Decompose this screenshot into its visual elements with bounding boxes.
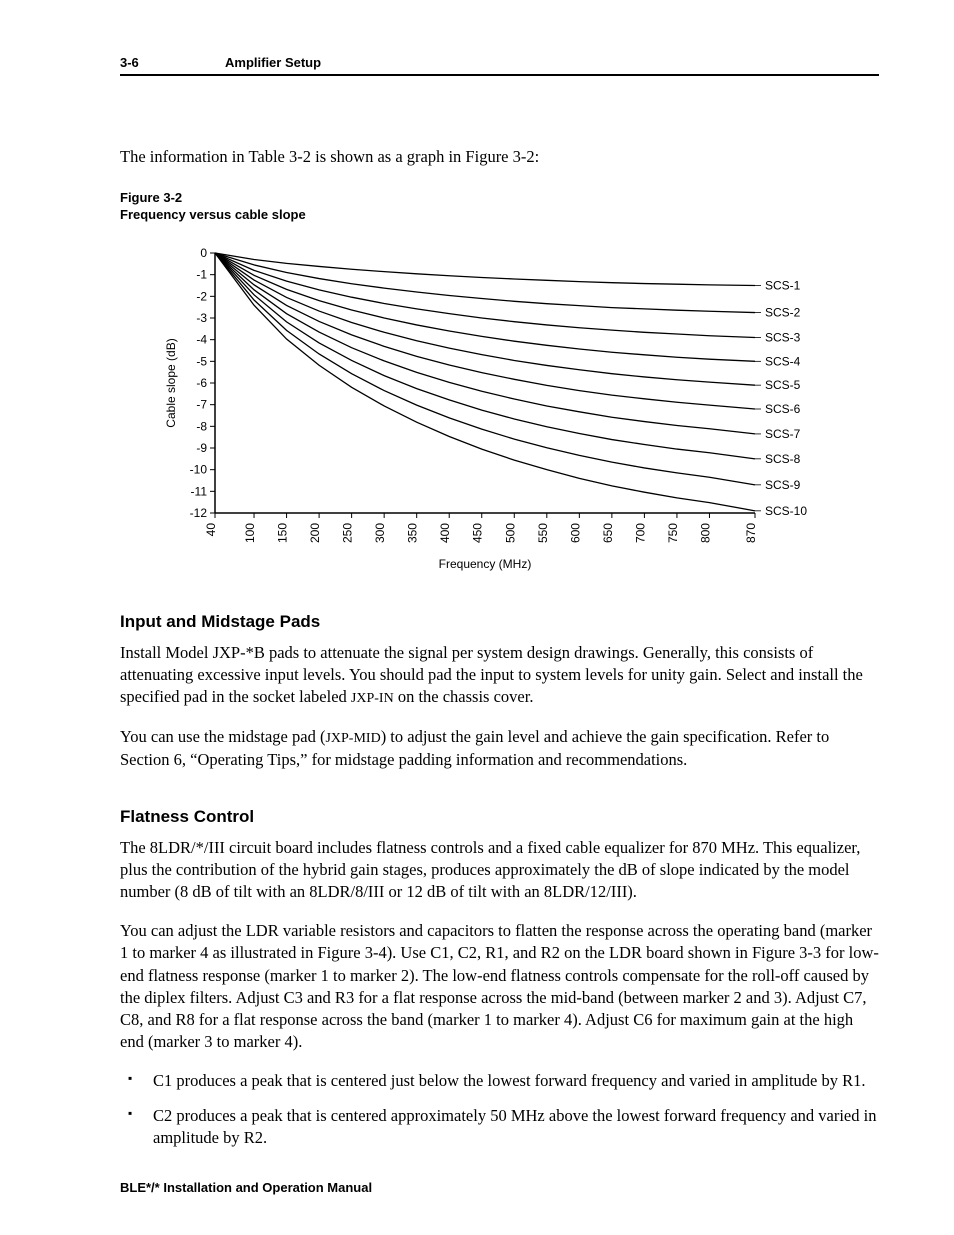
svg-text:-5: -5	[196, 354, 207, 368]
svg-text:SCS-7: SCS-7	[765, 427, 801, 441]
svg-text:100: 100	[243, 522, 257, 542]
svg-text:-2: -2	[196, 289, 207, 303]
flatness-bullets: C1 produces a peak that is centered just…	[120, 1070, 879, 1149]
page-number: 3-6	[120, 55, 225, 70]
svg-text:-6: -6	[196, 376, 207, 390]
svg-text:Frequency (MHz): Frequency (MHz)	[439, 557, 532, 571]
svg-text:-3: -3	[196, 311, 207, 325]
flatness-p2: You can adjust the LDR variable resistor…	[120, 920, 879, 1054]
svg-text:700: 700	[633, 522, 647, 542]
svg-text:-7: -7	[196, 397, 207, 411]
svg-text:40: 40	[204, 522, 218, 536]
figure-caption: Frequency versus cable slope	[120, 207, 306, 222]
input-pads-p1: Install Model JXP-*B pads to attenuate t…	[120, 642, 879, 709]
svg-text:-11: -11	[191, 484, 208, 498]
intro-text: The information in Table 3-2 is shown as…	[120, 146, 879, 168]
svg-text:-8: -8	[196, 419, 207, 433]
figure-label: Figure 3-2 Frequency versus cable slope	[120, 190, 879, 223]
svg-text:870: 870	[744, 522, 758, 542]
chart-svg: 0 -1 -2 -3 -4 -5 -6 -7 -8 -9 -10 -11 -12 40 100 150 200 2…	[160, 243, 830, 573]
svg-text:600: 600	[568, 522, 582, 542]
flatness-p1: The 8LDR/*/III circuit board includes fl…	[120, 837, 879, 904]
svg-text:500: 500	[503, 522, 517, 542]
svg-text:450: 450	[471, 522, 485, 542]
svg-text:Cable slope (dB): Cable slope (dB)	[164, 338, 178, 427]
figure-number: Figure 3-2	[120, 190, 182, 205]
svg-text:400: 400	[438, 522, 452, 542]
svg-text:200: 200	[308, 522, 322, 542]
svg-text:550: 550	[536, 522, 550, 542]
svg-text:SCS-8: SCS-8	[765, 452, 801, 466]
svg-text:SCS-3: SCS-3	[765, 330, 801, 344]
svg-text:350: 350	[406, 522, 420, 542]
svg-text:SCS-2: SCS-2	[765, 305, 801, 319]
list-item: C2 produces a peak that is centered appr…	[120, 1105, 879, 1150]
svg-text:750: 750	[666, 522, 680, 542]
footer-title: BLE*/* Installation and Operation Manual	[120, 1180, 372, 1195]
svg-text:SCS-1: SCS-1	[765, 278, 801, 292]
svg-text:-10: -10	[190, 462, 208, 476]
svg-text:-1: -1	[196, 267, 207, 281]
svg-text:SCS-4: SCS-4	[765, 354, 801, 368]
chart-frequency-vs-cable-slope: 0 -1 -2 -3 -4 -5 -6 -7 -8 -9 -10 -11 -12 40 100 150 200 2…	[160, 243, 879, 578]
svg-text:SCS-6: SCS-6	[765, 402, 801, 416]
svg-text:800: 800	[698, 522, 712, 542]
svg-text:150: 150	[276, 522, 290, 542]
heading-input-midstage-pads: Input and Midstage Pads	[120, 612, 879, 632]
page-header: 3-6 Amplifier Setup	[120, 55, 879, 76]
svg-text:300: 300	[373, 522, 387, 542]
input-pads-p2: You can use the midstage pad (JXP-MID) t…	[120, 726, 879, 771]
svg-text:650: 650	[601, 522, 615, 542]
heading-flatness-control: Flatness Control	[120, 807, 879, 827]
svg-text:250: 250	[341, 522, 355, 542]
section-title: Amplifier Setup	[225, 55, 321, 70]
svg-text:SCS-5: SCS-5	[765, 378, 801, 392]
svg-text:-4: -4	[196, 332, 207, 346]
svg-text:-12: -12	[190, 506, 208, 520]
list-item: C1 produces a peak that is centered just…	[120, 1070, 879, 1092]
svg-text:0: 0	[200, 246, 207, 260]
svg-text:-9: -9	[196, 441, 207, 455]
svg-text:SCS-10: SCS-10	[765, 504, 807, 518]
svg-text:SCS-9: SCS-9	[765, 478, 801, 492]
